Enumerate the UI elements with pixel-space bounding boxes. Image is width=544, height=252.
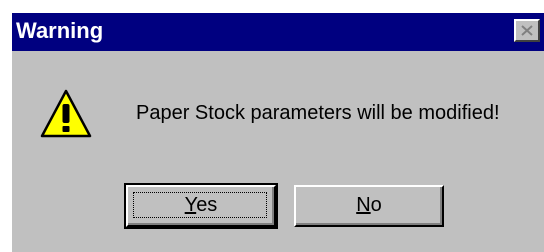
close-button[interactable] [514, 19, 540, 42]
dialog-message: Paper Stock parameters will be modified! [136, 102, 500, 124]
no-button-label: No [356, 194, 382, 216]
yes-button[interactable]: Yes [124, 183, 278, 229]
yes-button-label: Yes [184, 194, 218, 216]
mnemonic-letter: Y [184, 194, 197, 216]
warning-icon [40, 89, 92, 138]
close-icon [521, 25, 533, 36]
warning-dialog: Warning Paper Stock parameters will be m… [12, 13, 544, 252]
dialog-title: Warning [16, 18, 104, 43]
title-bar[interactable]: Warning [12, 13, 544, 51]
no-button[interactable]: No [294, 185, 444, 227]
mnemonic-letter: N [356, 194, 371, 216]
